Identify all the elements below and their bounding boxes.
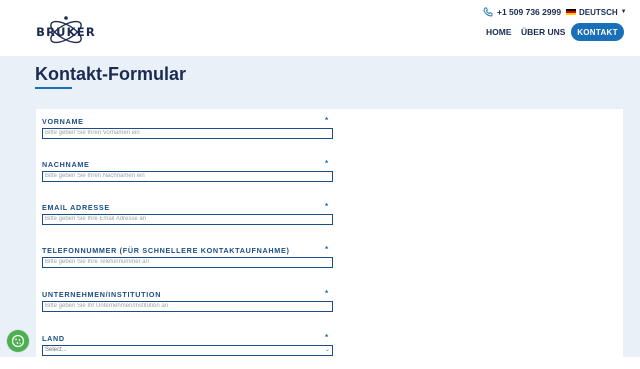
phone-number: +1 509 736 2999 <box>497 7 562 17</box>
required-marker: * <box>325 116 329 125</box>
nav-contact-button[interactable]: KONTAKT <box>571 23 624 41</box>
nav-about[interactable]: ÜBER UNS <box>521 27 565 37</box>
field-label: NACHNAME <box>42 160 90 169</box>
required-marker: * <box>325 333 329 342</box>
german-flag-icon <box>566 8 576 16</box>
field-label: EMAIL ADRESSE <box>42 203 110 212</box>
field-label: LAND <box>42 334 65 343</box>
language-selector[interactable]: DEUTSCH ▼ <box>566 6 627 18</box>
required-marker: * <box>325 289 329 298</box>
page-title: Kontakt-Formular <box>35 64 187 84</box>
phone-link[interactable]: +1 509 736 2999 <box>483 6 561 18</box>
first-name-input[interactable] <box>42 128 333 139</box>
last-name-input[interactable] <box>42 171 333 182</box>
bruker-logo[interactable]: BRUKER <box>33 14 99 50</box>
required-marker: * <box>325 245 329 254</box>
phone-input[interactable] <box>42 257 333 268</box>
required-marker: * <box>325 159 329 168</box>
country-select[interactable]: Select... ⌄ <box>42 345 333 356</box>
field-label: UNTERNEHMEN/INSTITUTION <box>42 290 162 299</box>
phone-icon <box>483 7 493 17</box>
field-label: VORNAME <box>42 117 84 126</box>
required-marker: * <box>325 202 329 211</box>
language-label: DEUTSCH <box>579 7 618 17</box>
chevron-down-icon: ⌄ <box>324 347 330 353</box>
nav-home[interactable]: HOME <box>486 27 512 37</box>
field-label: TELEFONNUMMER (FÜR SCHNELLERE KONTAKTAUF… <box>42 246 290 255</box>
logo-wordmark: BRUKER <box>36 25 96 39</box>
company-input[interactable] <box>42 301 333 312</box>
title-underline <box>35 87 72 89</box>
cookie-settings-button[interactable] <box>7 330 29 352</box>
email-input[interactable] <box>42 214 333 225</box>
contact-form: VORNAME * NACHNAME * EMAIL ADRESSE * TEL… <box>36 109 623 369</box>
main-content: Kontakt-Formular VORNAME * NACHNAME * EM… <box>0 56 640 369</box>
site-header: BRUKER +1 509 736 2999 DEUTSCH ▼ HOME ÜB… <box>0 0 640 56</box>
country-select-value: Select... <box>45 347 67 353</box>
chevron-down-icon: ▼ <box>620 9 627 15</box>
cookie-icon <box>11 334 25 348</box>
